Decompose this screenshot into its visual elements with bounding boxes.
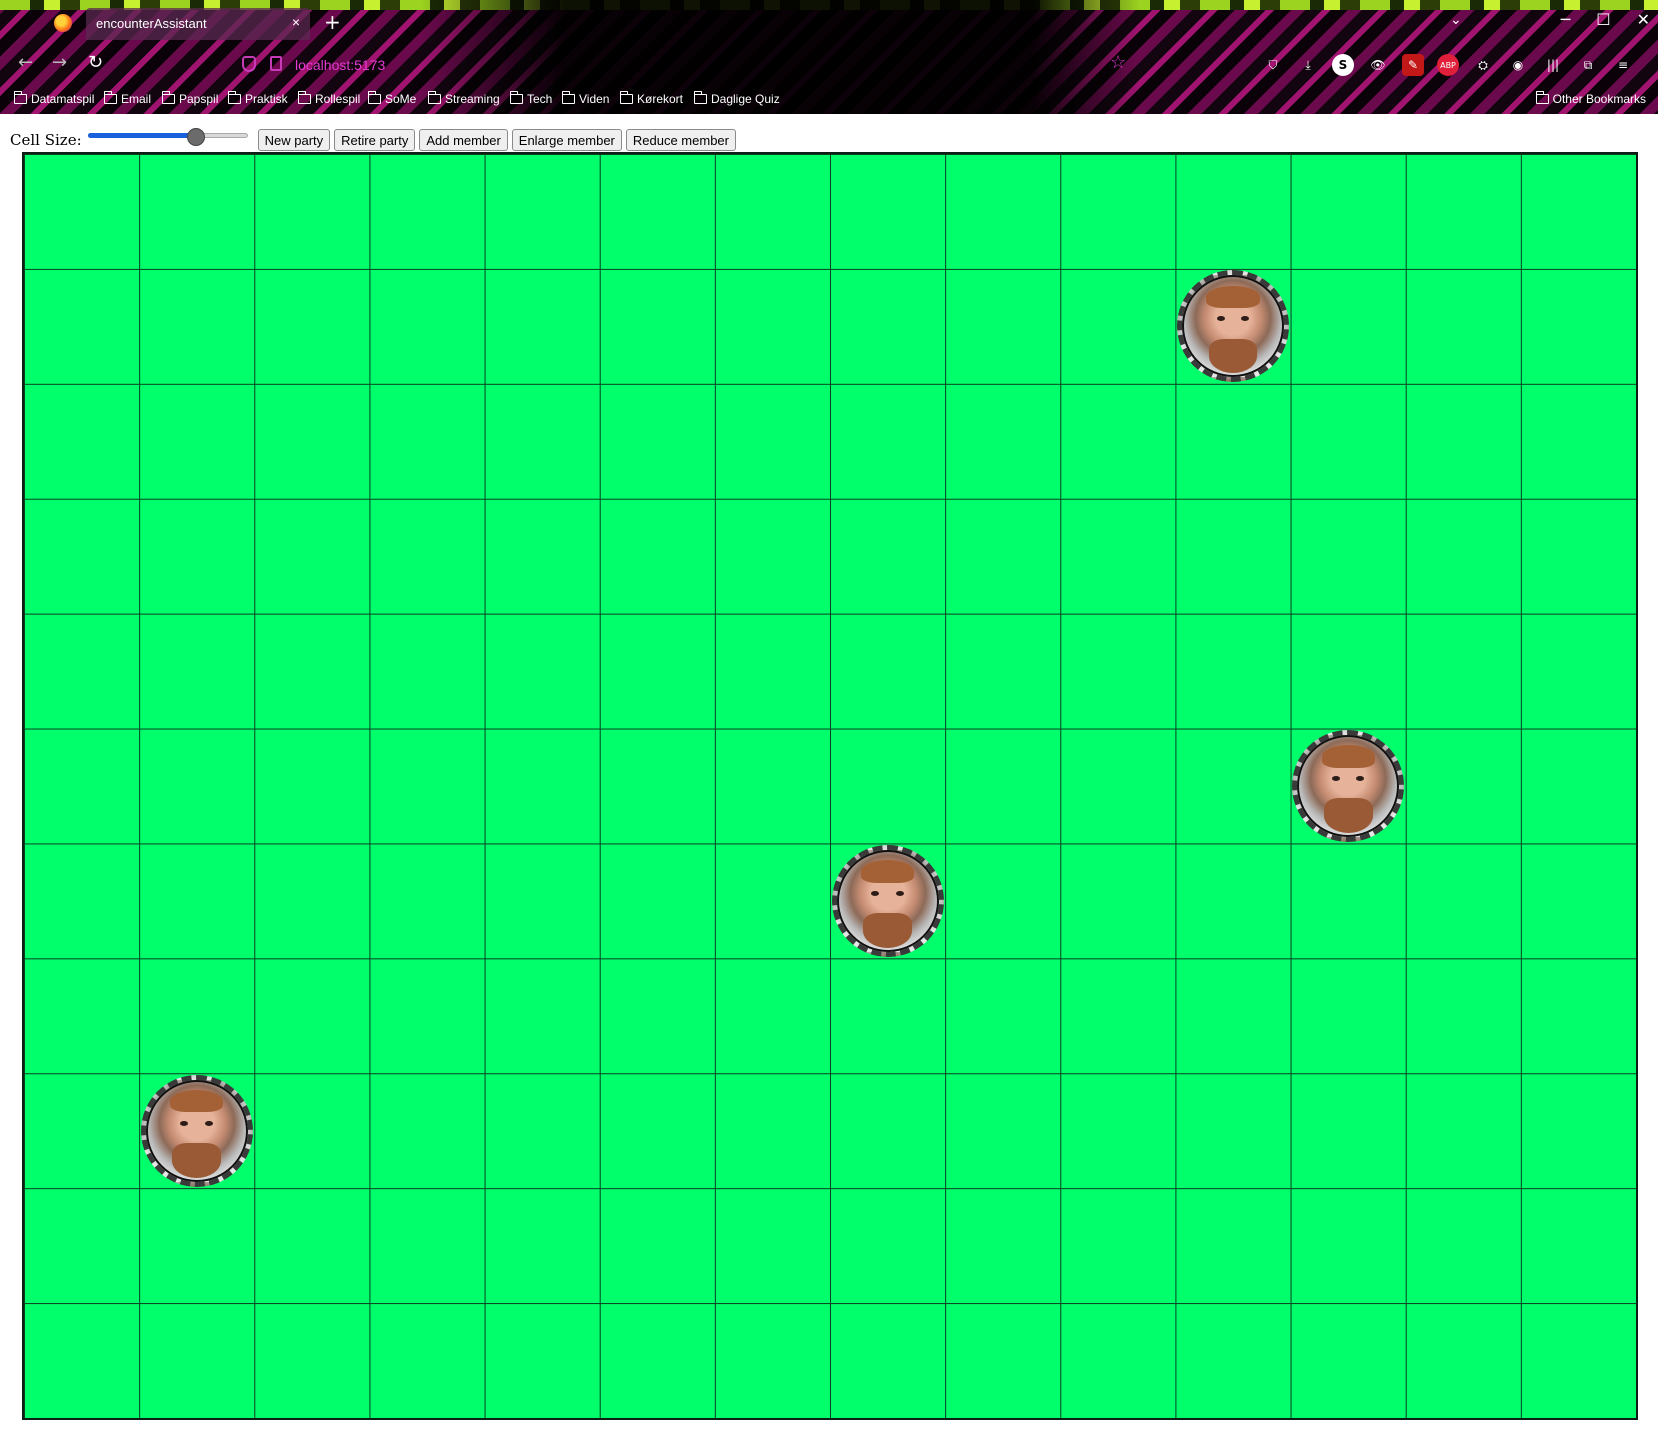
folder-icon (162, 91, 175, 104)
party-member-token[interactable] (140, 1074, 253, 1187)
bookmark-label: Streaming (445, 92, 500, 106)
bookmark-papspil[interactable]: Papspil (162, 91, 219, 106)
folder-icon (1535, 91, 1549, 104)
bookmark-star-icon[interactable]: ☆ (1110, 52, 1126, 73)
bookmark-k-rekort[interactable]: Kørekort (620, 91, 684, 106)
folder-icon (14, 91, 27, 104)
cell-size-label: Cell Size: (10, 131, 82, 149)
tab-close-icon[interactable]: × (292, 14, 300, 30)
encounter-grid[interactable] (22, 152, 1638, 1420)
portrait-face (180, 1120, 213, 1127)
toolbar-controls: Cell Size: New party Retire party Add me… (10, 128, 736, 152)
bookmark-label: Tech (527, 92, 553, 106)
close-window-icon[interactable]: ✕ (1637, 10, 1650, 29)
nav-bar: ← → ↻ localhost:5173 ☆ ⛉ ⤓ S 👁 ✎ ABP ⛭ ◉ ||| ⧉ ≡ (0, 48, 1658, 82)
adblock-icon[interactable]: ABP (1437, 54, 1459, 76)
bookmark-label: Papspil (179, 92, 219, 106)
bookmark-label: SoMe (385, 92, 417, 106)
slider-fill (87, 133, 197, 138)
forward-icon[interactable]: → (52, 52, 67, 73)
tab-encounter-assistant[interactable]: encounterAssistant × (86, 8, 310, 40)
bookmark-tech[interactable]: Tech (510, 91, 553, 106)
menu-icon[interactable]: ≡ (1612, 54, 1634, 76)
bookmark-praktisk[interactable]: Praktisk (228, 91, 288, 106)
extensions-icon[interactable]: ⧉ (1577, 54, 1599, 76)
other-bookmarks[interactable]: Other Bookmarks (1535, 91, 1646, 106)
extension-eye-icon[interactable]: 👁 (1367, 54, 1389, 76)
bookmark-label: Kørekort (637, 92, 684, 106)
reduce-member-button[interactable]: Reduce member (625, 129, 736, 151)
url-text[interactable]: localhost:5173 (295, 57, 385, 73)
bookmarks-bar: Datamatspil Email Papspil Praktisk Rollespil… (0, 88, 1658, 112)
browser-chrome: encounterAssistant × + ⌄ ─ ☐ ✕ ← → ↻ loc… (0, 0, 1658, 114)
folder-icon (620, 91, 633, 104)
bookmark-datamatspil[interactable]: Datamatspil (14, 91, 95, 106)
tab-list-chevron-icon[interactable]: ⌄ (1450, 12, 1462, 28)
window-controls: ─ ☐ ✕ (1561, 10, 1650, 29)
folder-icon (368, 91, 381, 104)
folder-icon (104, 91, 117, 104)
pocket-icon[interactable]: ⛉ (1262, 54, 1284, 76)
bookmark-label: Email (121, 92, 152, 106)
bookmark-label: Datamatspil (31, 92, 95, 106)
cell-size-slider[interactable] (87, 128, 248, 150)
url-bar[interactable]: localhost:5173 ☆ (230, 48, 1130, 82)
bookmark-rollespil[interactable]: Rollespil (298, 91, 361, 106)
toolbar-icons: ⛉ ⤓ S 👁 ✎ ABP ⛭ ◉ ||| ⧉ ≡ (1262, 54, 1634, 76)
bookmark-daglige-quiz[interactable]: Daglige Quiz (694, 91, 780, 106)
party-member-token[interactable] (1292, 730, 1405, 842)
add-member-button[interactable]: Add member (419, 129, 508, 151)
portrait-face (871, 890, 904, 897)
tab-title: encounterAssistant (96, 16, 207, 31)
back-icon[interactable]: ← (18, 52, 33, 73)
other-bookmarks-label: Other Bookmarks (1552, 92, 1646, 106)
bookmark-label: Rollespil (315, 92, 361, 106)
bookmark-streaming[interactable]: Streaming (428, 91, 500, 106)
maximize-icon[interactable]: ☐ (1596, 10, 1610, 29)
party-member-token[interactable] (1177, 270, 1289, 383)
library-icon[interactable]: ||| (1542, 54, 1564, 76)
bookmark-label: Praktisk (245, 92, 288, 106)
reload-icon[interactable]: ↻ (88, 52, 103, 73)
firefox-logo-icon[interactable] (54, 14, 72, 32)
profile-icon[interactable]: ⛭ (1472, 54, 1494, 76)
skype-icon[interactable]: S (1332, 54, 1354, 76)
bookmark-label: Daglige Quiz (711, 92, 780, 106)
party-member-token[interactable] (831, 844, 944, 957)
folder-icon (228, 91, 241, 104)
bookmark-some[interactable]: SoMe (368, 91, 417, 106)
tab-bar: encounterAssistant × + ⌄ ─ ☐ ✕ (0, 8, 1658, 40)
folder-icon (510, 91, 523, 104)
enlarge-member-button[interactable]: Enlarge member (511, 129, 622, 151)
new-tab-button[interactable]: + (324, 10, 341, 34)
folder-icon (694, 91, 707, 104)
tracking-shield-icon[interactable] (242, 56, 256, 72)
bookmark-email[interactable]: Email (104, 91, 152, 106)
page-info-icon[interactable] (270, 56, 282, 71)
bookmark-viden[interactable]: Viden (562, 91, 610, 106)
minimize-icon[interactable]: ─ (1561, 10, 1571, 29)
red-extension-icon[interactable]: ✎ (1402, 54, 1424, 76)
folder-icon (428, 91, 441, 104)
download-icon[interactable]: ⤓ (1297, 54, 1319, 76)
slider-thumb[interactable] (187, 128, 206, 146)
bookmark-label: Viden (579, 92, 610, 106)
portrait-face (1216, 316, 1250, 322)
retire-party-button[interactable]: Retire party (334, 129, 416, 151)
folder-icon (298, 91, 311, 104)
folder-icon (562, 91, 575, 104)
new-party-button[interactable]: New party (257, 129, 331, 151)
globe-icon[interactable]: ◉ (1507, 54, 1529, 76)
portrait-face (1331, 775, 1365, 782)
